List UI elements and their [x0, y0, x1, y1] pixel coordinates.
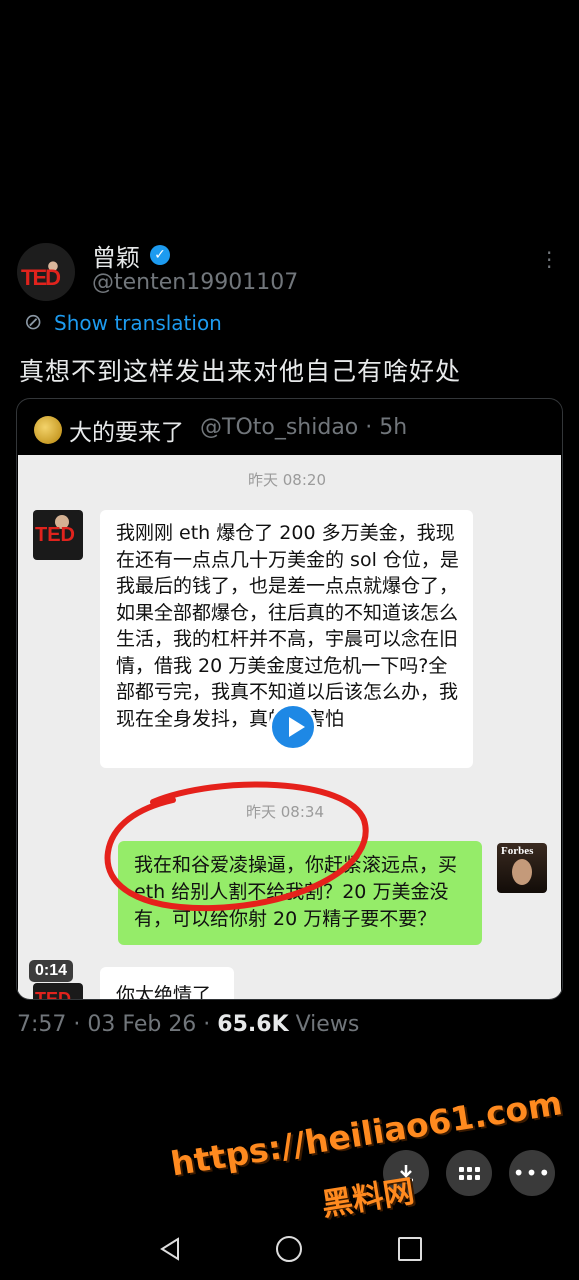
chat-avatar-left: TED — [33, 983, 83, 999]
chat-timestamp: 昨天 08:20 — [248, 471, 326, 489]
verified-badge-icon: ✓ — [150, 245, 170, 265]
home-icon[interactable] — [276, 1236, 302, 1262]
avatar-logo: TED — [21, 265, 61, 290]
show-translation-link[interactable]: Show translation — [54, 311, 222, 335]
avatar-face — [512, 859, 532, 885]
quoted-tweet-card[interactable]: 大的要来了 @TOto_shidao · 5h 昨天 08:20 TED 我刚刚… — [16, 398, 563, 1000]
play-icon[interactable] — [269, 703, 317, 751]
views-label: Views — [288, 1012, 360, 1037]
chat-message-text: 我刚刚 eth 爆仓了 200 多万美金，我现在还有一点点几十万美金的 sol … — [116, 522, 459, 730]
author-handle[interactable]: @tenten19901107 — [92, 270, 298, 295]
chat-avatar-left: TED — [33, 510, 83, 560]
author-name[interactable]: 曾颖 — [92, 238, 140, 273]
quote-header: 大的要来了 @TOto_shidao · 5h — [17, 399, 562, 455]
chat-avatar-right: Forbes — [497, 843, 547, 893]
more-vertical-icon[interactable]: · · · — [546, 243, 554, 277]
chat-message-text: 你太绝情了 — [116, 984, 212, 999]
tweet-timestamp[interactable]: 7:57 · 03 Feb 26 · — [17, 1012, 217, 1037]
watermark-site-name: 黑料网 — [319, 1173, 417, 1224]
grid-icon[interactable] — [446, 1150, 492, 1196]
translate-icon[interactable]: ⊘ — [24, 310, 42, 335]
views-count: 65.6K — [217, 1012, 289, 1037]
watermark-url: https://heiliao61.com — [168, 1083, 565, 1184]
tweet-meta: 7:57 · 03 Feb 26 · 65.6K Views — [17, 1012, 359, 1037]
tweet-text: 真想不到这样发出来对他自己有啥好处 — [19, 357, 462, 386]
chat-message-incoming: 你太绝情了 — [100, 967, 234, 999]
recents-icon[interactable] — [398, 1237, 422, 1261]
quote-avatar — [34, 416, 62, 444]
video-duration-badge: 0:14 — [29, 960, 74, 982]
author-avatar[interactable]: TED — [17, 243, 75, 301]
back-icon[interactable] — [158, 1236, 182, 1262]
chat-screenshot-video[interactable]: 昨天 08:20 TED 我刚刚 eth 爆仓了 200 多万美金，我现在还有一… — [18, 455, 561, 999]
more-horizontal-icon[interactable]: ••• — [509, 1150, 555, 1196]
quote-author-name: 大的要来了 — [69, 420, 184, 446]
quote-handle-time: @TOto_shidao · 5h — [200, 415, 408, 440]
red-annotation-circle — [104, 781, 369, 912]
avatar-magazine-title: Forbes — [501, 845, 534, 857]
